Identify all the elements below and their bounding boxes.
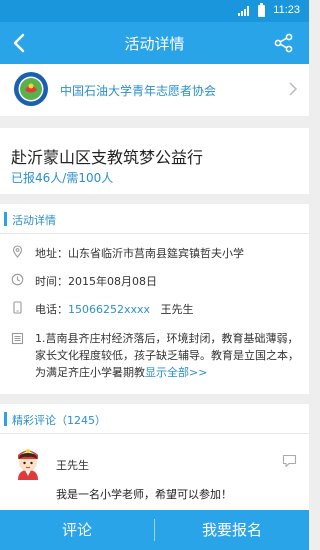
chevron-right-icon	[289, 82, 298, 96]
signup-button[interactable]: 我要报名	[155, 510, 309, 550]
location-icon	[12, 245, 23, 258]
comment-bubble-icon[interactable]	[282, 454, 297, 468]
section-accent-bar	[4, 412, 7, 426]
activity-details: 活动详情 地址：山东省临沂市莒南县筵宾镇哲夫小学 时间：2015年08月08日 …	[0, 204, 309, 394]
phone-row: 电话：15066252xxxx 王先生	[35, 301, 194, 317]
activity-header: 赴沂蒙山区支教筑梦公益行 已报46人/需100人	[0, 128, 309, 194]
avatar	[18, 449, 38, 480]
organization-name: 中国石油大学青年志愿者协会	[60, 84, 217, 98]
signup-count: 已报46人/需100人	[11, 171, 114, 185]
details-section-label: 活动详情	[12, 214, 56, 227]
activity-title: 赴沂蒙山区支教筑梦公益行	[11, 148, 204, 167]
share-icon[interactable]	[273, 32, 295, 54]
organization-row[interactable]: 中国石油大学青年志愿者协会	[0, 64, 309, 116]
signal-icon	[238, 6, 250, 16]
comments-section-label: 精彩评论（1245）	[12, 414, 106, 427]
nav-bar: 活动详情	[0, 22, 309, 64]
clock-icon	[11, 273, 24, 286]
status-time: 11:23	[273, 4, 300, 16]
activity-intro: 1.莒南县齐庄村经济落后，环境封闭，教育基础薄弱，家长文化程度较低，孩子缺乏辅导…	[35, 330, 299, 381]
time-text: 时间：2015年08月08日	[35, 275, 157, 288]
address-text: 地址：山东省临沂市莒南县筵宾镇哲夫小学	[35, 247, 244, 260]
phone-contact: 王先生	[160, 303, 194, 316]
details-section-header: 活动详情	[0, 204, 309, 234]
phone-icon	[13, 301, 22, 314]
comments-section: 精彩评论（1245） 王先生 我是一名小学老师，希望可以参加！	[0, 404, 309, 510]
comment-button[interactable]: 评论	[0, 510, 154, 550]
page-title: 活动详情	[124, 35, 185, 53]
battery-icon	[258, 3, 265, 17]
comment-author: 王先生	[56, 459, 89, 472]
phone-prefix: 电话：	[35, 303, 68, 316]
show-all-link[interactable]: 显示全部>>	[145, 366, 207, 379]
status-bar: 11:23	[0, 0, 309, 22]
section-accent-bar	[4, 212, 7, 226]
document-icon	[11, 332, 24, 345]
bottom-action-bar: 评论 我要报名	[0, 510, 309, 550]
org-logo	[14, 72, 48, 106]
comments-section-header: 精彩评论（1245）	[0, 404, 309, 434]
phone-number-link[interactable]: 15066252xxxx	[68, 303, 150, 316]
comment-text: 我是一名小学老师，希望可以参加！	[56, 488, 232, 501]
